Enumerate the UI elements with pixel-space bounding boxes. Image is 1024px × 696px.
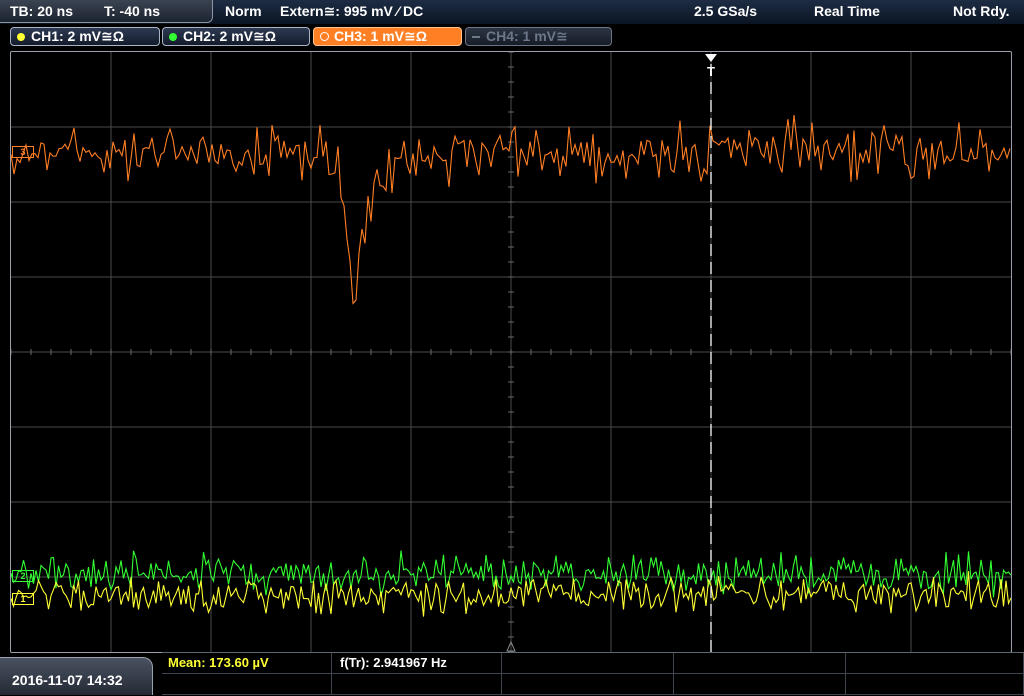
measurement-cell-empty[interactable]: [332, 674, 502, 695]
channel-button-ch3[interactable]: CH3: 1 mV≅Ω: [313, 27, 462, 46]
ch1-label: CH1: 2 mV≅Ω: [31, 28, 124, 44]
channel-bar: CH1: 2 mV≅Ω CH2: 2 mV≅Ω CH3: 1 mV≅Ω CH4:…: [0, 24, 1024, 49]
ch2-color-dot: [169, 33, 177, 41]
ch1-offset-marker[interactable]: 1: [12, 593, 34, 605]
ch1-marker-label: 1: [20, 594, 26, 604]
status-bar: TB: 20 ns T: -40 ns Norm Extern≅: 995 mV…: [0, 0, 1024, 24]
ch2-marker-label: 2: [20, 571, 26, 581]
channel-button-ch4[interactable]: CH4: 1 mV≅: [465, 27, 612, 46]
ch3-color-dot: [320, 32, 329, 41]
channel-button-ch1[interactable]: CH1: 2 mV≅Ω: [10, 27, 160, 46]
trigger-marker-label: T: [707, 64, 715, 79]
trigger-position-arrow[interactable]: [705, 54, 717, 62]
trigger-source[interactable]: Extern≅: 995 mV ⁄ DC: [280, 3, 423, 20]
acquisition-mode: Real Time: [814, 3, 880, 19]
sample-rate: 2.5 GSa/s: [694, 3, 758, 19]
measurement-cell-empty[interactable]: [674, 653, 846, 674]
measurement-cell-empty[interactable]: [846, 653, 1024, 674]
timebase-panel[interactable]: TB: 20 ns T: -40 ns: [0, 0, 213, 23]
datetime-label: 2016-11-07 14:32: [12, 672, 123, 688]
measurement-cell-empty[interactable]: [502, 653, 674, 674]
acquisition-state: Not Rdy.: [953, 3, 1010, 19]
ch3-offset-marker[interactable]: 3: [12, 146, 34, 158]
trigger-time-readout: T: -40 ns: [104, 3, 161, 19]
graticule: [11, 52, 1011, 652]
measurement-trigger-frequency: f(Tr): 2.941967 Hz: [340, 655, 447, 670]
ch2-label: CH2: 2 mV≅Ω: [183, 28, 276, 44]
measurement-mean: Mean: 173.60 µV: [168, 655, 269, 670]
ch4-color-dot: [472, 36, 480, 38]
measurement-cell-mean[interactable]: Mean: 173.60 µV: [162, 653, 332, 674]
measurement-cell-empty[interactable]: [674, 674, 846, 695]
ch2-offset-marker[interactable]: 2: [12, 570, 34, 582]
datetime-panel: 2016-11-07 14:32: [0, 657, 153, 695]
ch1-color-dot: [17, 33, 25, 41]
waveform-display[interactable]: T 3 2 1: [10, 51, 1012, 653]
waveform-canvas: T: [11, 52, 1011, 652]
trigger-mode[interactable]: Norm: [225, 3, 262, 19]
measurement-cell-frequency[interactable]: f(Tr): 2.941967 Hz: [332, 653, 502, 674]
measurement-cell-empty[interactable]: [846, 674, 1024, 695]
ch3-label: CH3: 1 mV≅Ω: [334, 28, 427, 44]
measurement-panel: Mean: 173.60 µV f(Tr): 2.941967 Hz: [162, 652, 1024, 696]
ch4-label: CH4: 1 mV≅: [486, 28, 568, 44]
timebase-readout: TB: 20 ns: [10, 3, 74, 19]
measurement-cell-empty[interactable]: [502, 674, 674, 695]
measurement-cell-empty[interactable]: [162, 674, 332, 695]
ch3-marker-label: 3: [20, 147, 26, 157]
channel-button-ch2[interactable]: CH2: 2 mV≅Ω: [162, 27, 310, 46]
